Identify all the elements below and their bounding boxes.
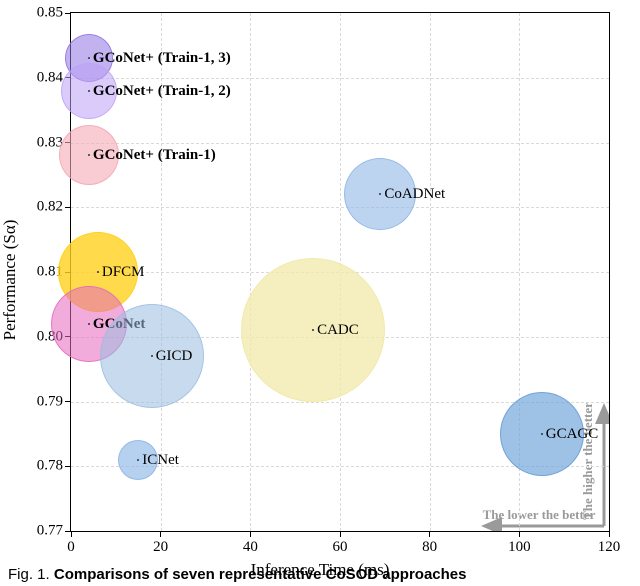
bubble-label: ICNet [142, 453, 179, 468]
y-tick-label: 0.79 [37, 393, 63, 410]
bubble-center-dot [97, 271, 99, 273]
bubble-label: GICD [156, 349, 193, 364]
bubble-label: GCoNet+ (Train-1) [93, 148, 216, 163]
bubble-label: GCoNet+ (Train-1, 2) [93, 84, 231, 99]
bubble-center-dot [379, 193, 381, 195]
y-tick-label: 0.84 [37, 69, 63, 86]
x-tick-label: 100 [508, 539, 531, 556]
caption-text: Comparisons of seven representative CoSO… [54, 566, 467, 583]
x-tick-label: 80 [422, 539, 437, 556]
figure-caption: Fig. 1. Comparisons of seven representat… [8, 566, 467, 583]
bubble-center-dot [312, 329, 314, 331]
bubble-label: CADC [317, 323, 359, 338]
x-tick-label: 40 [243, 539, 258, 556]
x-tick-label: 60 [333, 539, 348, 556]
caption-prefix: Fig. 1. [8, 566, 50, 583]
y-tick-label: 0.77 [37, 523, 63, 540]
bubble-center-dot [88, 90, 90, 92]
y-tick-label: 0.82 [37, 199, 63, 216]
y-tick-label: 0.78 [37, 458, 63, 475]
bubble-label: DFCM [102, 265, 145, 280]
bubble-center-dot [151, 355, 153, 357]
bubble-label: GCoNet+ (Train-1, 3) [93, 51, 231, 66]
hint-lower: The lower the better [483, 507, 596, 522]
y-tick-label: 0.85 [37, 5, 63, 22]
bubble-label: CoADNet [384, 187, 445, 202]
bubble-center-dot [541, 433, 543, 435]
y-axis-label: Performance (Sα) [0, 220, 20, 341]
bubble-center-dot [88, 323, 90, 325]
bubble-center-dot [137, 459, 139, 461]
bubble-label: GCAGC [546, 427, 599, 442]
bubble-center-dot [88, 154, 90, 156]
x-tick-label: 20 [153, 539, 168, 556]
x-tick-label: 120 [598, 539, 621, 556]
hint-higher: The higher the better [580, 402, 595, 520]
x-tick-label: 0 [67, 539, 75, 556]
bubble-center-dot [88, 57, 90, 59]
plot-area: The higher the better The lower the bett… [70, 12, 610, 532]
